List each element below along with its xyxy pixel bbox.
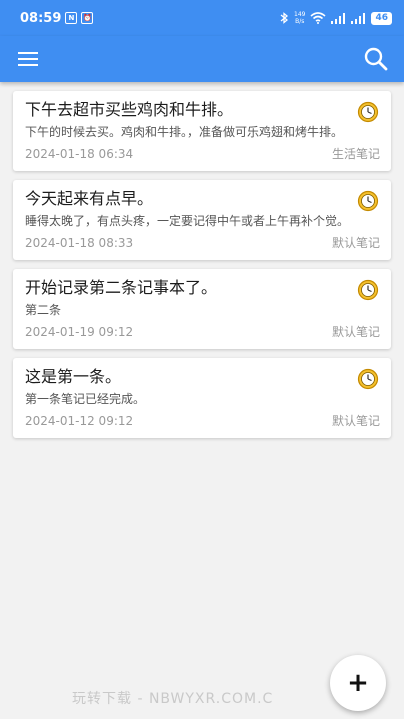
note-meta: 2024-01-19 09:12 默认笔记: [25, 323, 380, 341]
notification-n-icon: N: [65, 12, 78, 24]
note-category: 默认笔记: [331, 325, 380, 339]
note-card[interactable]: 今天起来有点早。 睡得太晚了，有点头疼，一定要记得中午或者上午再补个觉。 202…: [13, 180, 391, 260]
note-meta: 2024-01-18 06:34 生活笔记: [25, 145, 380, 163]
note-date: 2024-01-19 09:12: [25, 325, 134, 339]
note-title: 今天起来有点早。: [25, 189, 154, 208]
clock-time: 08:59: [20, 10, 62, 26]
menu-button[interactable]: [14, 46, 42, 72]
note-date: 2024-01-12 09:12: [25, 414, 134, 428]
signal-icon-2: [351, 12, 366, 24]
note-body: 第二条: [25, 303, 62, 317]
note-meta: 2024-01-12 09:12 默认笔记: [25, 412, 380, 430]
note-card[interactable]: 下午去超市买些鸡肉和牛排。 下午的时候去买。鸡肉和牛排。，准备做可乐鸡翅和烤牛排…: [13, 91, 391, 171]
app-bar: [0, 36, 404, 82]
clock-icon[interactable]: [357, 190, 379, 212]
note-category: 默认笔记: [331, 414, 380, 428]
note-card[interactable]: 这是第一条。 第一条笔记已经完成。 2024-01-12 09:12 默认笔记: [13, 358, 391, 438]
network-speed-value: 149: [294, 11, 306, 18]
clock-icon[interactable]: [357, 101, 379, 123]
search-icon[interactable]: [362, 45, 390, 73]
status-right: 149 B/s 46: [280, 11, 392, 25]
note-card[interactable]: 开始记录第二条记事本了。 第二条 2024-01-19 09:12 默认笔记: [13, 269, 391, 349]
signal-icon: [331, 12, 346, 24]
note-category: 默认笔记: [331, 236, 380, 250]
status-bar: 08:59 N ⏰ 149 B/s 46: [0, 0, 404, 36]
note-title: 下午去超市买些鸡肉和牛排。: [25, 100, 234, 119]
plus-icon: +: [347, 668, 369, 698]
battery-icon: 46: [371, 11, 392, 25]
hamburger-menu-icon: [18, 52, 38, 54]
note-date: 2024-01-18 08:33: [25, 236, 134, 250]
note-body: 第一条笔记已经完成。: [25, 392, 146, 406]
note-title: 这是第一条。: [25, 367, 122, 386]
notes-list: 下午去超市买些鸡肉和牛排。 下午的时候去买。鸡肉和牛排。，准备做可乐鸡翅和烤牛排…: [13, 91, 391, 447]
bluetooth-icon: [280, 12, 289, 24]
network-speed-unit: B/s: [295, 18, 305, 25]
note-date: 2024-01-18 06:34: [25, 147, 134, 161]
clock-icon[interactable]: [357, 368, 379, 390]
notification-alarm-icon: ⏰: [81, 12, 94, 24]
watermark: 玩转下载 - NBWYXR.COM.C: [72, 691, 274, 707]
note-category: 生活笔记: [331, 147, 380, 161]
wifi-icon: [310, 12, 326, 24]
note-meta: 2024-01-18 08:33 默认笔记: [25, 234, 380, 252]
note-body: 下午的时候去买。鸡肉和牛排。，准备做可乐鸡翅和烤牛排。: [25, 125, 344, 139]
clock-icon[interactable]: [357, 279, 379, 301]
status-left: 08:59 N ⏰: [20, 10, 94, 26]
note-body: 睡得太晚了，有点头疼，一定要记得中午或者上午再补个觉。: [25, 214, 350, 228]
note-title: 开始记录第二条记事本了。: [25, 278, 218, 297]
add-note-button[interactable]: +: [330, 655, 386, 711]
network-speed: 149 B/s: [294, 11, 305, 25]
